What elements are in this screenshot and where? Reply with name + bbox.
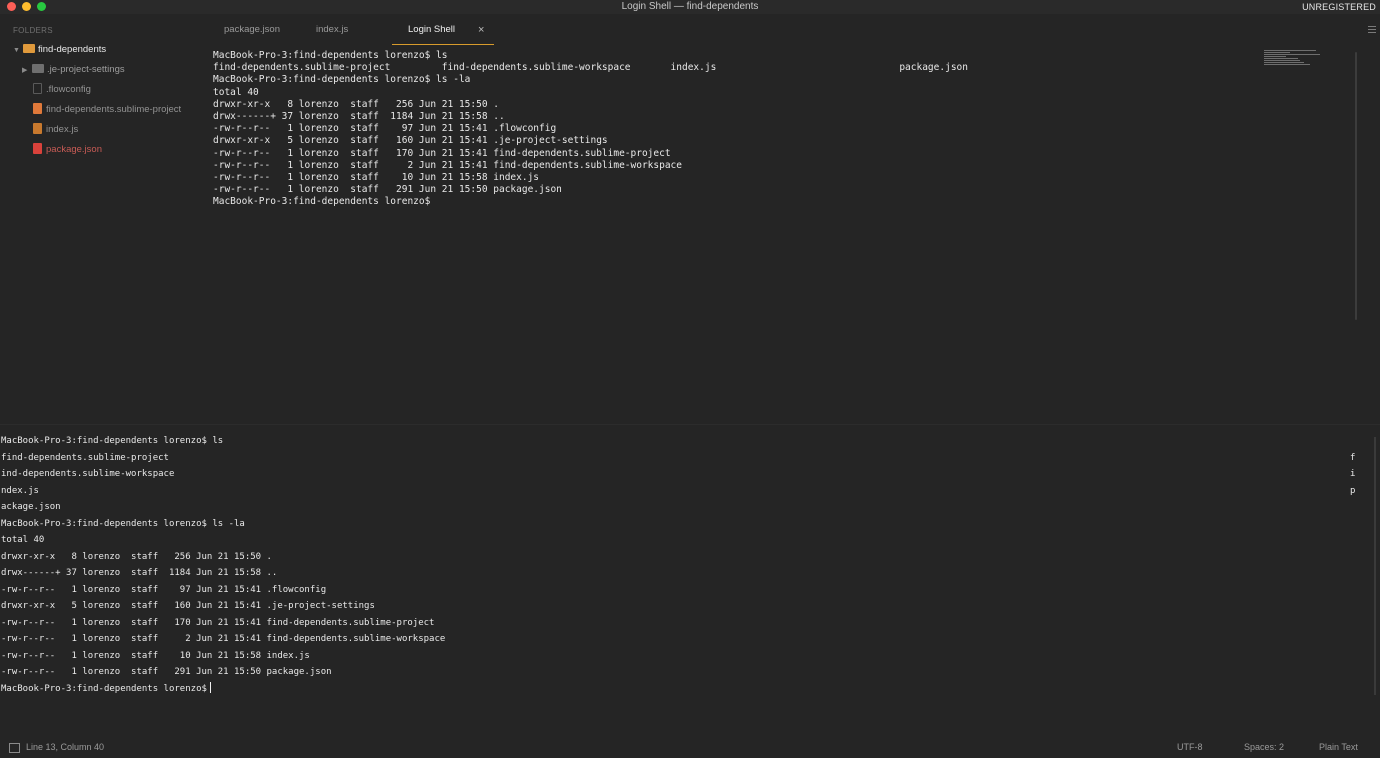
- panel-line: ackage.json: [1, 502, 61, 512]
- terminal-line: -rw-r--r-- 1 lorenzo staff 170 Jun 21 15…: [213, 147, 671, 159]
- sidebar-item-root-folder[interactable]: ▼ find-dependents: [13, 42, 106, 58]
- terminal-line: total 40: [213, 86, 259, 98]
- terminal-line: drwxr-xr-x 8 lorenzo staff 256 Jun 21 15…: [213, 98, 499, 110]
- tab-login-shell[interactable]: Login Shell: [408, 14, 455, 46]
- sidebar-item-label: .je-project-settings: [47, 64, 125, 75]
- file-icon: [33, 83, 42, 94]
- js-file-icon: [33, 123, 42, 134]
- terminal-line: MacBook-Pro-3:find-dependents lorenzo$ l…: [213, 74, 471, 86]
- sidebar-item-label: .flowconfig: [46, 84, 91, 95]
- panel-line: drwxr-xr-x 5 lorenzo staff 160 Jun 21 15…: [1, 601, 375, 611]
- panel-toggle-icon[interactable]: [9, 743, 20, 753]
- tab-bar: package.json index.js Login Shell ×: [208, 14, 1380, 46]
- sidebar-item-flowconfig[interactable]: .flowconfig: [33, 82, 91, 98]
- terminal-prompt-line: MacBook-Pro-3:find-dependents lorenzo$: [213, 196, 431, 208]
- sidebar-item-label: index.js: [46, 124, 79, 135]
- folders-header: FOLDERS: [13, 26, 53, 35]
- terminal-line: -rw-r--r-- 1 lorenzo staff 97 Jun 21 15:…: [213, 123, 557, 135]
- panel-line: drwxr-xr-x 8 lorenzo staff 256 Jun 21 15…: [1, 551, 272, 562]
- panel-line: total 40: [1, 535, 45, 545]
- panel-line: ndex.js: [1, 485, 39, 496]
- terminal-line: -rw-r--r-- 1 lorenzo staff 10 Jun 21 15:…: [213, 172, 540, 183]
- panel-line: -rw-r--r-- 1 lorenzo staff 291 Jun 21 15…: [1, 667, 332, 677]
- sidebar: FOLDERS ▼ find-dependents ▶ .je-project-se…: [0, 14, 208, 424]
- folder-icon: [32, 64, 44, 73]
- terminal-line: MacBook-Pro-3:find-dependents lorenzo$ l…: [213, 50, 448, 61]
- panel-line: -rw-r--r-- 1 lorenzo staff 10 Jun 21 15:…: [1, 650, 310, 661]
- wrapped-char: f: [1350, 452, 1356, 463]
- chevron-down-icon[interactable]: ▼: [13, 43, 23, 59]
- syntax-indicator[interactable]: Plain Text: [1319, 742, 1358, 752]
- tab-package-json[interactable]: package.json: [224, 14, 280, 46]
- sidebar-item-label: package.json: [46, 144, 102, 155]
- cursor-position[interactable]: Line 13, Column 40: [26, 742, 104, 752]
- terminal-line: -rw-r--r-- 1 lorenzo staff 291 Jun 21 15…: [213, 184, 562, 196]
- panel-line: -rw-r--r-- 1 lorenzo staff 2 Jun 21 15:4…: [1, 634, 446, 644]
- folder-open-icon: [23, 44, 35, 53]
- prompt-text: MacBook-Pro-3:find-dependents lorenzo$: [1, 683, 207, 694]
- encoding-indicator[interactable]: UTF-8: [1177, 742, 1203, 752]
- terminal-line: drwx------+ 37 lorenzo staff 1184 Jun 21…: [213, 111, 505, 122]
- tab-menu-icon[interactable]: [1368, 26, 1376, 35]
- json-file-icon: [33, 143, 42, 154]
- sidebar-item-label: find-dependents.sublime-project: [46, 104, 182, 115]
- output-panel[interactable]: MacBook-Pro-3:find-dependents lorenzo$ l…: [0, 424, 1380, 737]
- terminal-line: drwxr-xr-x 5 lorenzo staff 160 Jun 21 15…: [213, 135, 608, 147]
- sidebar-item-je-project-settings[interactable]: ▶ .je-project-settings: [22, 62, 125, 78]
- active-tab-indicator: [392, 44, 494, 45]
- panel-line: ind-dependents.sublime-workspace: [1, 469, 175, 479]
- registration-status: UNREGISTERED: [1302, 2, 1376, 12]
- sidebar-item-index-js[interactable]: index.js: [33, 122, 78, 138]
- minimap[interactable]: [1264, 50, 1324, 70]
- wrapped-char: p: [1350, 485, 1356, 496]
- panel-line: drwx------+ 37 lorenzo staff 1184 Jun 21…: [1, 568, 278, 578]
- sublime-file-icon: [33, 103, 42, 114]
- sidebar-item-package-json[interactable]: package.json: [33, 142, 102, 158]
- terminal-line: -rw-r--r-- 1 lorenzo staff 2 Jun 21 15:4…: [213, 159, 682, 171]
- sidebar-item-label: find-dependents: [38, 44, 107, 55]
- status-bar: Line 13, Column 40 UTF-8 Spaces: 2 Plain…: [0, 736, 1380, 758]
- close-tab-icon[interactable]: ×: [478, 14, 484, 46]
- panel-line: MacBook-Pro-3:find-dependents lorenzo$ l…: [1, 518, 245, 529]
- panel-line: find-dependents.sublime-project: [1, 452, 169, 463]
- panel-line: -rw-r--r-- 1 lorenzo staff 170 Jun 21 15…: [1, 617, 435, 628]
- panel-line: -rw-r--r-- 1 lorenzo staff 97 Jun 21 15:…: [1, 584, 327, 595]
- panel-scrollbar[interactable]: [1374, 437, 1376, 695]
- panel-line: MacBook-Pro-3:find-dependents lorenzo$ l…: [1, 436, 224, 446]
- indentation-indicator[interactable]: Spaces: 2: [1244, 742, 1284, 752]
- terminal-line: find-dependents.sublime-project find-dep…: [213, 62, 968, 74]
- panel-prompt-line[interactable]: MacBook-Pro-3:find-dependents lorenzo$: [1, 681, 211, 698]
- wrapped-char: i: [1350, 469, 1356, 479]
- tab-index-js[interactable]: index.js: [316, 14, 348, 46]
- title-bar: Login Shell — find-dependents UNREGISTER…: [0, 0, 1380, 14]
- terminal-editor[interactable]: MacBook-Pro-3:find-dependents lorenzo$ l…: [208, 46, 1368, 424]
- text-cursor: [209, 681, 211, 693]
- sidebar-item-sublime-project[interactable]: find-dependents.sublime-project: [33, 102, 181, 118]
- editor-scrollbar[interactable]: [1355, 52, 1357, 320]
- window-title: Login Shell — find-dependents: [621, 1, 759, 12]
- chevron-right-icon[interactable]: ▶: [22, 63, 32, 79]
